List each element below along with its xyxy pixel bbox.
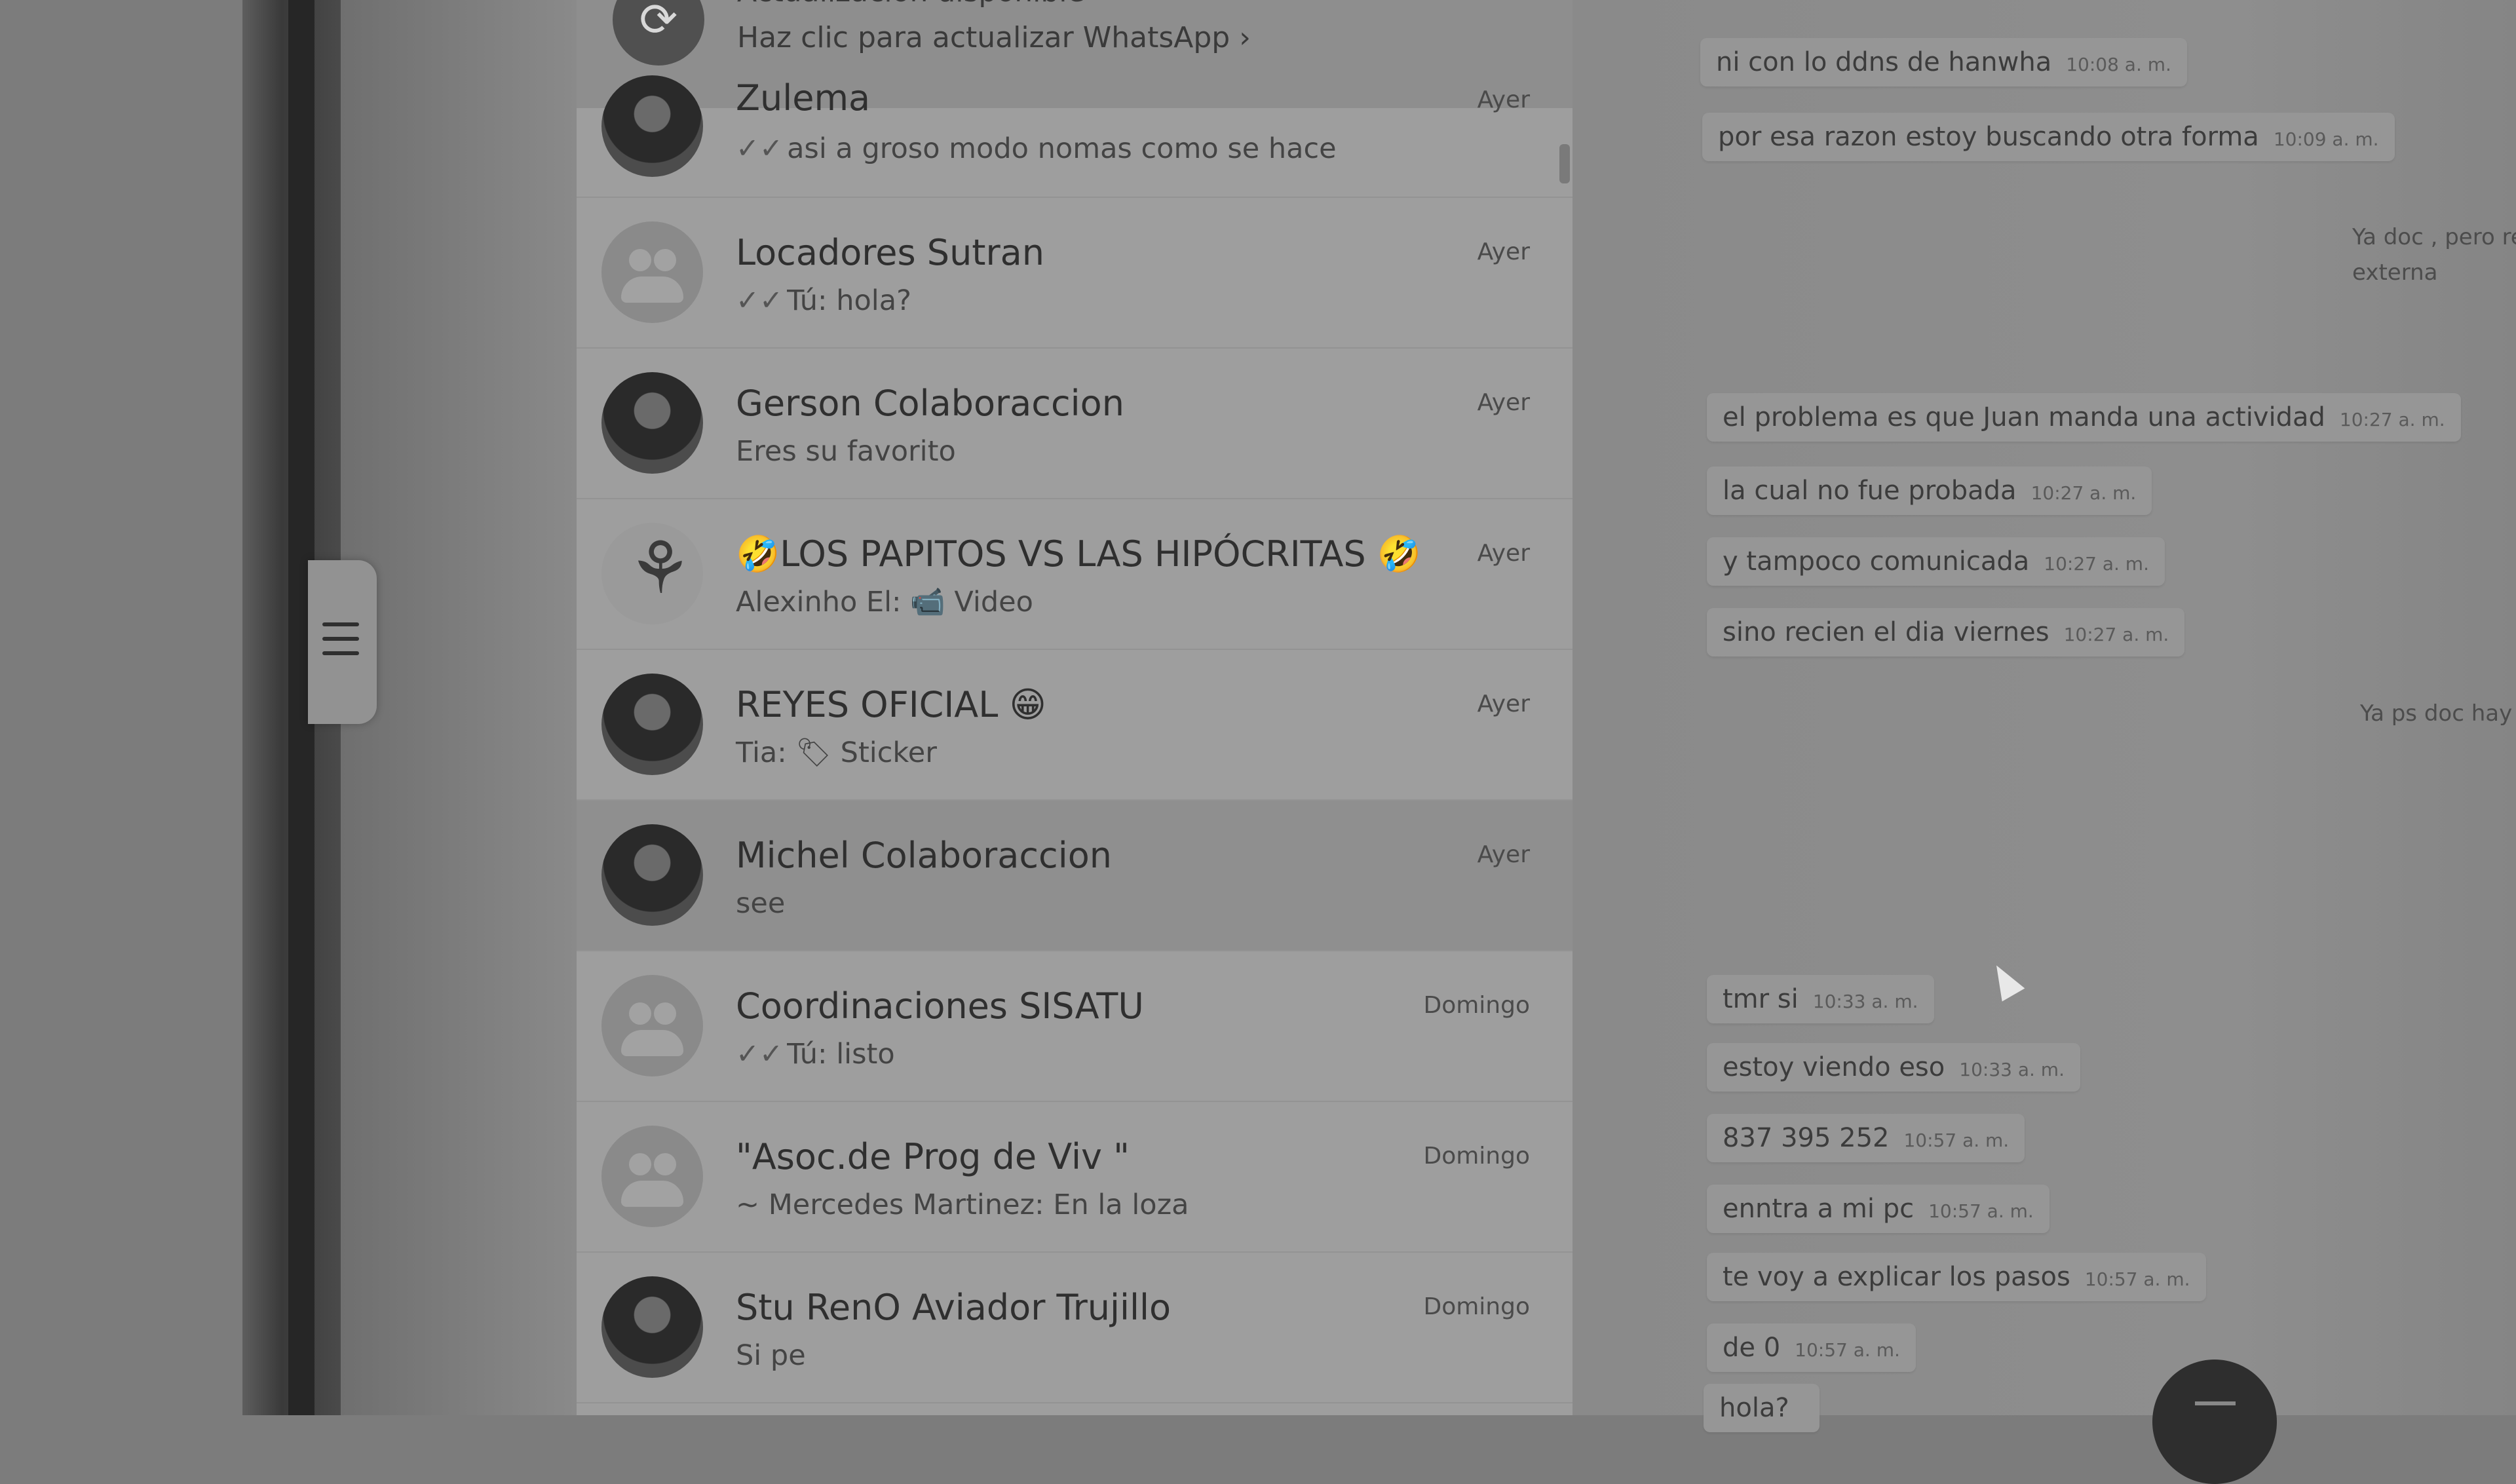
chat-preview: Tia: 🏷 Sticker <box>736 736 937 769</box>
chat-name: Locadores Sutran <box>736 232 1044 273</box>
message-outgoing-partial: Ya ps doc hay q <box>2360 700 2516 727</box>
scroll-down-button[interactable] <box>2152 1360 2277 1484</box>
read-ticks-icon: ✓✓ <box>736 284 784 317</box>
chat-time: Domingo <box>1423 1143 1530 1170</box>
chat-preview: ✓✓ Tú: hola? <box>736 284 911 317</box>
chat-item[interactable]: Zulema ✓✓ asi a groso modo nomas como se … <box>577 75 1572 198</box>
hamburger-icon[interactable] <box>322 622 359 666</box>
chat-time: Ayer <box>1477 86 1530 113</box>
message-bubble-incoming: y tampoco comunicada 10:27 a. m. <box>1707 537 2165 586</box>
chat-preview: ~ Mercedes Martinez: En la loza <box>736 1189 1189 1221</box>
read-ticks-icon: ✓✓ <box>736 1038 784 1071</box>
chat-item[interactable]: "Asoc.de Prog de Viv " ~ Mercedes Martin… <box>577 1102 1572 1253</box>
avatar <box>601 1276 703 1378</box>
chat-time: Ayer <box>1477 691 1530 717</box>
read-ticks-icon: ✓✓ <box>736 132 784 165</box>
chat-name: "Asoc.de Prog de Viv " <box>736 1136 1130 1177</box>
chat-time: Ayer <box>1477 389 1530 416</box>
refresh-icon[interactable]: ⟳ <box>613 0 704 66</box>
group-avatar-icon <box>601 975 703 1076</box>
avatar <box>601 824 703 926</box>
chat-name: 🤣LOS PAPITOS VS LAS HIPÓCRITAS 🤣 <box>736 533 1422 575</box>
message-bubble-incoming: la cual no fue probada 10:27 a. m. <box>1707 466 2152 515</box>
message-bubble-incoming: hola? <box>1704 1384 1820 1432</box>
chat-item[interactable]: Stu RenO Aviador Trujillo Si pe Domingo <box>577 1253 1572 1403</box>
chat-time: Ayer <box>1477 238 1530 265</box>
chat-name: Stu RenO Aviador Trujillo <box>736 1287 1172 1328</box>
chat-preview: Eres su favorito <box>736 435 956 468</box>
chat-name: Michel Colaboraccion <box>736 835 1112 876</box>
menu-tab[interactable] <box>308 560 377 724</box>
update-title: Actualización disponible <box>737 0 1085 9</box>
chat-time: Ayer <box>1477 540 1530 567</box>
message-bubble-incoming: 837 395 252 10:57 a. m. <box>1707 1114 2025 1162</box>
update-link[interactable]: Haz clic para actualizar WhatsApp › <box>737 21 1251 54</box>
chat-preview: Alexinho El: 📹 Video <box>736 586 1033 618</box>
chat-preview: ✓✓ Tú: listo <box>736 1038 895 1071</box>
chat-item[interactable]: REYES OFICIAL 😁 Tia: 🏷 Sticker Ayer <box>577 650 1572 801</box>
chat-name: Coordinaciones SISATU <box>736 985 1144 1027</box>
message-outgoing-partial: Ya doc , pero re externa <box>2352 224 2516 286</box>
chat-item-selected[interactable]: Michel Colaboraccion see Ayer <box>577 801 1572 951</box>
avatar <box>601 372 703 474</box>
chat-preview: ✓✓ asi a groso modo nomas como se hace <box>736 132 1337 165</box>
chat-item[interactable]: 🤣LOS PAPITOS VS LAS HIPÓCRITAS 🤣 Alexinh… <box>577 499 1572 650</box>
chat-time: Ayer <box>1477 841 1530 868</box>
chat-time: Domingo <box>1423 1293 1530 1320</box>
message-bubble-incoming: por esa razon estoy buscando otra forma 1… <box>1702 113 2395 161</box>
message-bubble-incoming: sino recien el dia viernes 10:27 a. m. <box>1707 608 2185 656</box>
message-bubble-incoming: estoy viendo eso 10:33 a. m. <box>1707 1043 2080 1092</box>
chat-item[interactable]: Gerson Colaboraccion Eres su favorito Ay… <box>577 349 1572 499</box>
chat-name: Zulema <box>736 77 871 119</box>
chat-preview: Si pe <box>736 1339 806 1372</box>
chat-name: Gerson Colaboraccion <box>736 383 1124 424</box>
chat-item[interactable]: Locadores Sutran ✓✓ Tú: hola? Ayer <box>577 198 1572 349</box>
group-avatar-icon <box>601 221 703 323</box>
message-bubble-incoming: te voy a explicar los pasos 10:57 a. m. <box>1707 1253 2206 1301</box>
chat-name: REYES OFICIAL 😁 <box>736 684 1046 725</box>
message-bubble-incoming: ni con lo ddns de hanwha 10:08 a. m. <box>1700 38 2187 86</box>
message-bubble-incoming: enntra a mi pc 10:57 a. m. <box>1707 1185 2049 1233</box>
menu-icon <box>2195 1401 2236 1405</box>
message-bubble-incoming: de 0 10:57 a. m. <box>1707 1323 1916 1372</box>
message-bubble-incoming: el problema es que Juan manda una activi… <box>1707 393 2461 442</box>
message-bubble-incoming: tmr si 10:33 a. m. <box>1707 975 1934 1023</box>
avatar <box>601 75 703 177</box>
chat-item[interactable]: Coordinaciones SISATU ✓✓ Tú: listo Doming… <box>577 951 1572 1102</box>
chat-preview: see <box>736 887 786 920</box>
scrollbar[interactable] <box>1559 144 1570 183</box>
avatar <box>601 523 703 624</box>
chat-list-panel: ⟳ Actualización disponible Haz clic para… <box>577 0 1572 1415</box>
group-avatar-icon <box>601 1126 703 1227</box>
avatar <box>601 674 703 775</box>
chat-time: Domingo <box>1423 992 1530 1019</box>
